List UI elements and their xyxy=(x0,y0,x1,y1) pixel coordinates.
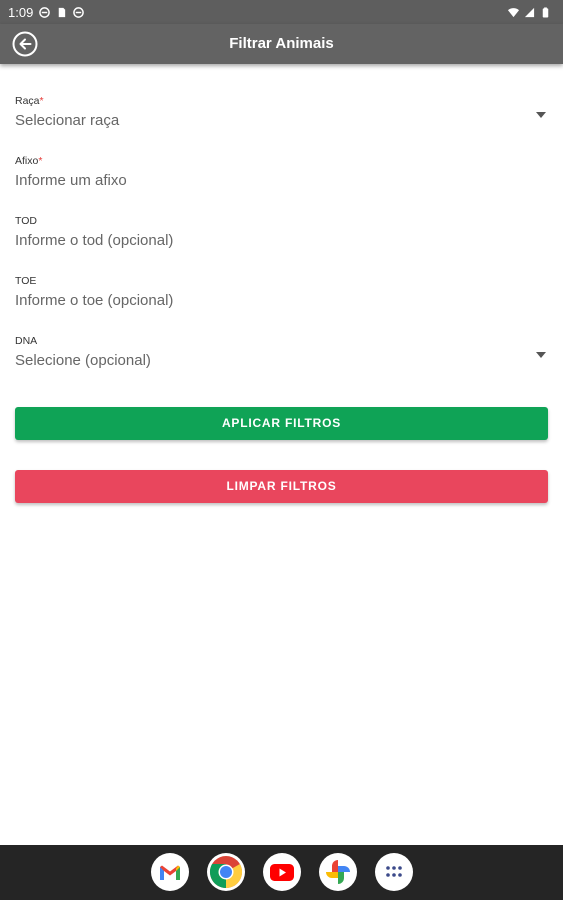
tod-field[interactable]: TOD Informe o tod (opcional) xyxy=(15,214,548,274)
navigation-bar xyxy=(0,845,563,900)
apply-filters-button[interactable]: APLICAR FILTROS xyxy=(15,407,548,440)
status-bar: 1:09 xyxy=(0,0,563,24)
afixo-input[interactable]: Informe um afixo xyxy=(15,170,548,192)
afixo-field[interactable]: Afixo* Informe um afixo xyxy=(15,154,548,214)
youtube-app[interactable] xyxy=(263,853,301,891)
afixo-label: Afixo* xyxy=(15,154,548,170)
raca-select[interactable]: Raça* Selecionar raça xyxy=(15,94,548,154)
toe-label: TOE xyxy=(15,275,37,287)
status-left: 1:09 xyxy=(8,4,85,20)
app-bar: Filtrar Animais xyxy=(0,24,563,64)
toe-input[interactable]: Informe o toe (opcional) xyxy=(15,290,548,312)
afixo-label-text: Afixo xyxy=(15,155,39,167)
page-title: Filtrar Animais xyxy=(229,35,334,52)
dna-select[interactable]: DNA Selecione (opcional) xyxy=(15,334,548,394)
dna-label: DNA xyxy=(15,335,38,347)
app-drawer-button[interactable] xyxy=(375,853,413,891)
filter-form: Raça* Selecionar raça Afixo* Informe um … xyxy=(15,94,548,394)
photos-icon xyxy=(326,860,350,884)
vpn-icon xyxy=(73,6,85,18)
sd-card-icon xyxy=(59,7,66,17)
tod-input[interactable]: Informe o tod (opcional) xyxy=(15,230,548,252)
raca-label: Raça* xyxy=(15,94,548,110)
dna-value[interactable]: Selecione (opcional) xyxy=(15,350,548,372)
youtube-icon xyxy=(270,863,294,881)
dropdown-arrow-icon xyxy=(536,112,546,118)
battery-icon xyxy=(542,6,549,18)
tod-label: TOD xyxy=(15,215,37,227)
photos-app[interactable] xyxy=(319,853,357,891)
required-mark: * xyxy=(38,155,43,167)
signal-icon xyxy=(524,7,535,17)
required-mark: * xyxy=(39,95,44,107)
raca-value[interactable]: Selecionar raça xyxy=(15,110,548,132)
sync-icon xyxy=(39,6,51,18)
wifi-icon xyxy=(508,7,519,17)
toe-field[interactable]: TOE Informe o toe (opcional) xyxy=(15,274,548,334)
chrome-icon xyxy=(209,856,243,889)
status-time: 1:09 xyxy=(8,4,34,20)
status-right xyxy=(508,6,551,18)
chrome-app[interactable] xyxy=(207,853,245,891)
raca-label-text: Raça xyxy=(15,95,40,107)
app-drawer-icon xyxy=(386,866,402,877)
gmail-icon xyxy=(160,865,180,880)
clear-filters-button[interactable]: LIMPAR FILTROS xyxy=(15,470,548,503)
dropdown-arrow-icon xyxy=(536,352,546,358)
gmail-app[interactable] xyxy=(151,853,189,891)
